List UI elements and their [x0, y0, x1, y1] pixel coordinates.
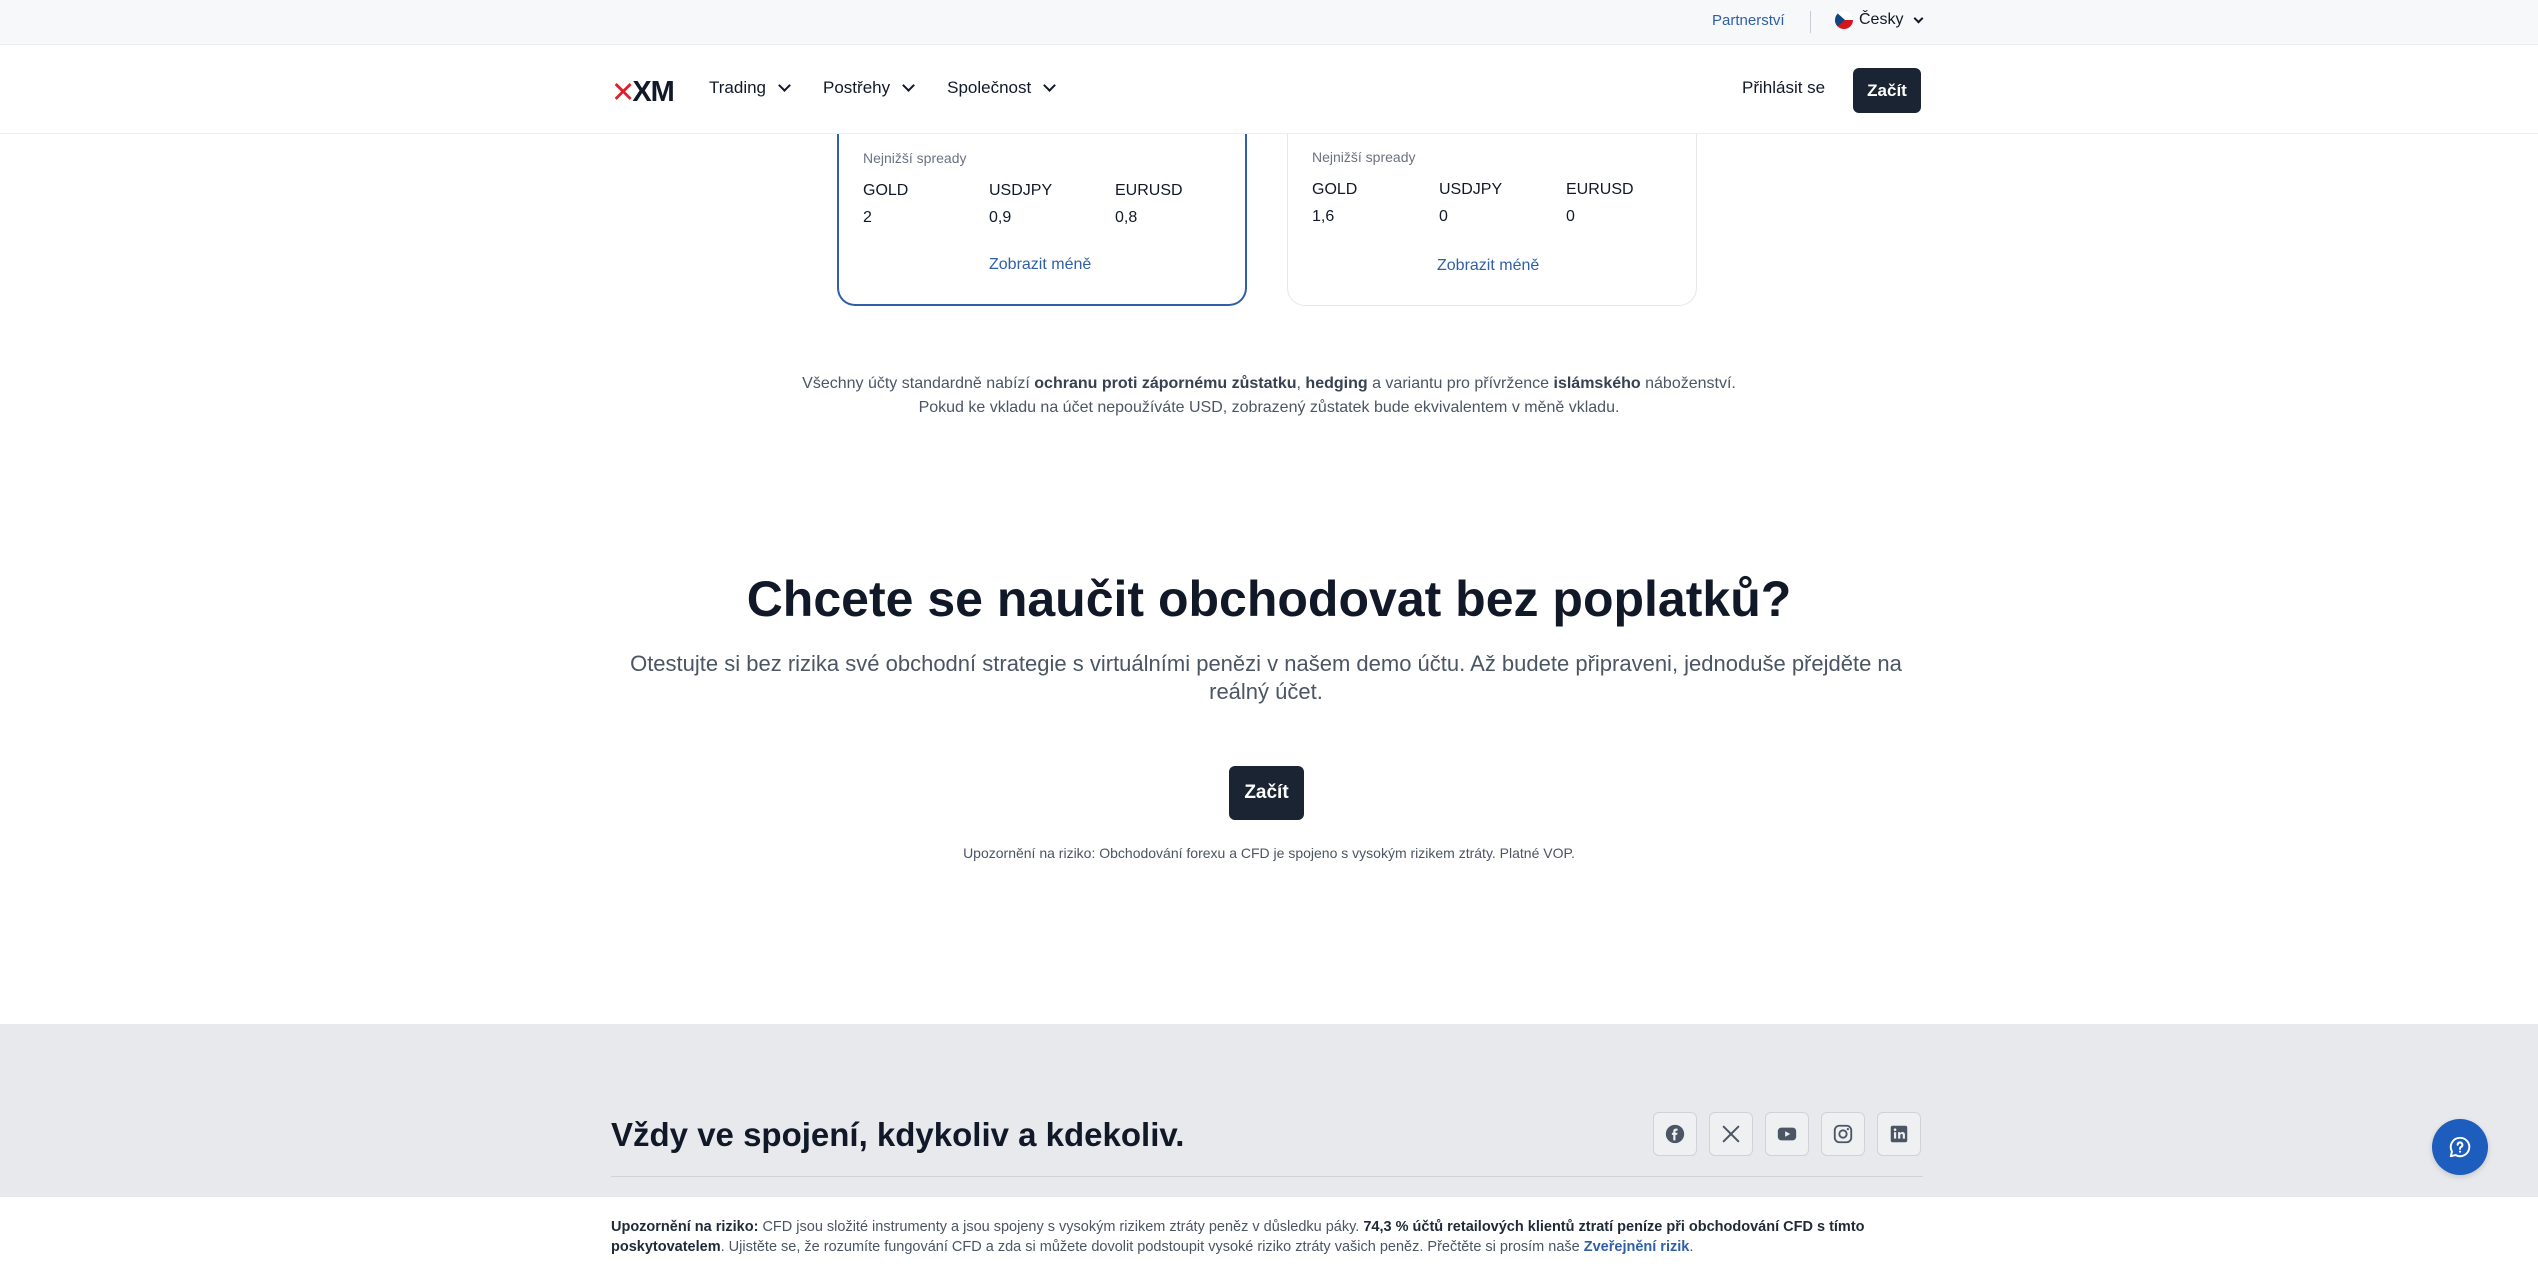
czech-flag-icon	[1835, 11, 1853, 29]
language-label: Česky	[1859, 11, 1904, 28]
x-icon[interactable]	[1709, 1112, 1753, 1156]
main-nav: ✕ XM Trading Postřehy Společnost Přihlási…	[0, 45, 2538, 134]
instrument-gold: GOLD	[863, 182, 909, 199]
xm-logo[interactable]: ✕ XM	[611, 75, 675, 110]
utility-bar: Partnerství Česky	[0, 0, 2538, 45]
partner-link[interactable]: Partnerství	[1712, 12, 1785, 29]
demo-start-button[interactable]: Začít	[1229, 766, 1304, 820]
risk-disclosure-link[interactable]: Zveřejnění rizik	[1584, 1239, 1690, 1255]
logo-mark: ✕	[611, 77, 635, 109]
risk-warning-short: Upozornění na riziko: Obchodování forexu…	[963, 845, 1575, 861]
spread-gold: 2	[863, 209, 872, 226]
chevron-down-icon	[902, 79, 915, 92]
start-button[interactable]: Začít	[1853, 68, 1921, 113]
instagram-icon[interactable]	[1821, 1112, 1865, 1156]
instrument-eurusd: EURUSD	[1115, 182, 1183, 199]
accounts-note: Všechny účty standardně nabízí ochranu p…	[802, 375, 1736, 416]
spread-eurusd: 0,8	[1115, 209, 1138, 226]
demo-cta-title: Chcete se naučit obchodovat bez poplatků…	[746, 571, 1792, 627]
show-less-link[interactable]: Zobrazit méně	[1437, 257, 1539, 275]
login-link[interactable]: Přihlásit se	[1742, 78, 1825, 98]
nav-item-trading[interactable]: Trading	[709, 78, 791, 98]
instrument-eurusd: EURUSD	[1566, 181, 1634, 198]
footer-divider	[611, 1176, 1923, 1177]
nav-item-postrehy[interactable]: Postřehy	[823, 78, 915, 98]
chat-icon	[2449, 1136, 2471, 1158]
nav-menu: Trading Postřehy Společnost	[709, 78, 1088, 98]
youtube-icon[interactable]	[1765, 1112, 1809, 1156]
risk-disclosure-bar: Upozornění na riziko: CFD jsou složité i…	[0, 1196, 2538, 1275]
spread-gold: 1,6	[1312, 208, 1335, 225]
chat-button[interactable]	[2432, 1119, 2488, 1175]
account-card-1: Nejnižší spready GOLD USDJPY EURUSD 2 0,…	[837, 134, 1247, 306]
account-card-2: Nejnižší spready GOLD USDJPY EURUSD 1,6 …	[1287, 134, 1697, 306]
show-less-link[interactable]: Zobrazit méně	[989, 256, 1091, 274]
spreads-label: Nejnižší spready	[863, 150, 967, 166]
nav-item-spolecnost[interactable]: Společnost	[947, 78, 1057, 98]
spread-usdjpy: 0,9	[989, 209, 1012, 226]
instrument-gold: GOLD	[1312, 181, 1358, 198]
chevron-down-icon	[1043, 79, 1057, 92]
facebook-icon[interactable]	[1653, 1112, 1697, 1156]
language-selector[interactable]: Česky	[1835, 11, 1924, 29]
instrument-usdjpy: USDJPY	[1439, 181, 1503, 198]
spread-eurusd: 0	[1566, 208, 1575, 225]
spreads-label: Nejnižší spready	[1312, 149, 1416, 165]
chevron-down-icon	[778, 79, 791, 92]
footer-title: Vždy ve spojení, kdykoliv a kdekoliv.	[611, 1116, 1185, 1153]
linkedin-icon[interactable]	[1877, 1112, 1921, 1156]
instrument-usdjpy: USDJPY	[989, 182, 1053, 199]
spread-usdjpy: 0	[1439, 208, 1448, 225]
divider	[1810, 11, 1811, 33]
social-links	[1653, 1112, 1921, 1156]
chevron-down-icon	[1914, 13, 1924, 23]
demo-cta-subtitle: Otestujte si bez rizika své obchodní str…	[630, 651, 1902, 704]
